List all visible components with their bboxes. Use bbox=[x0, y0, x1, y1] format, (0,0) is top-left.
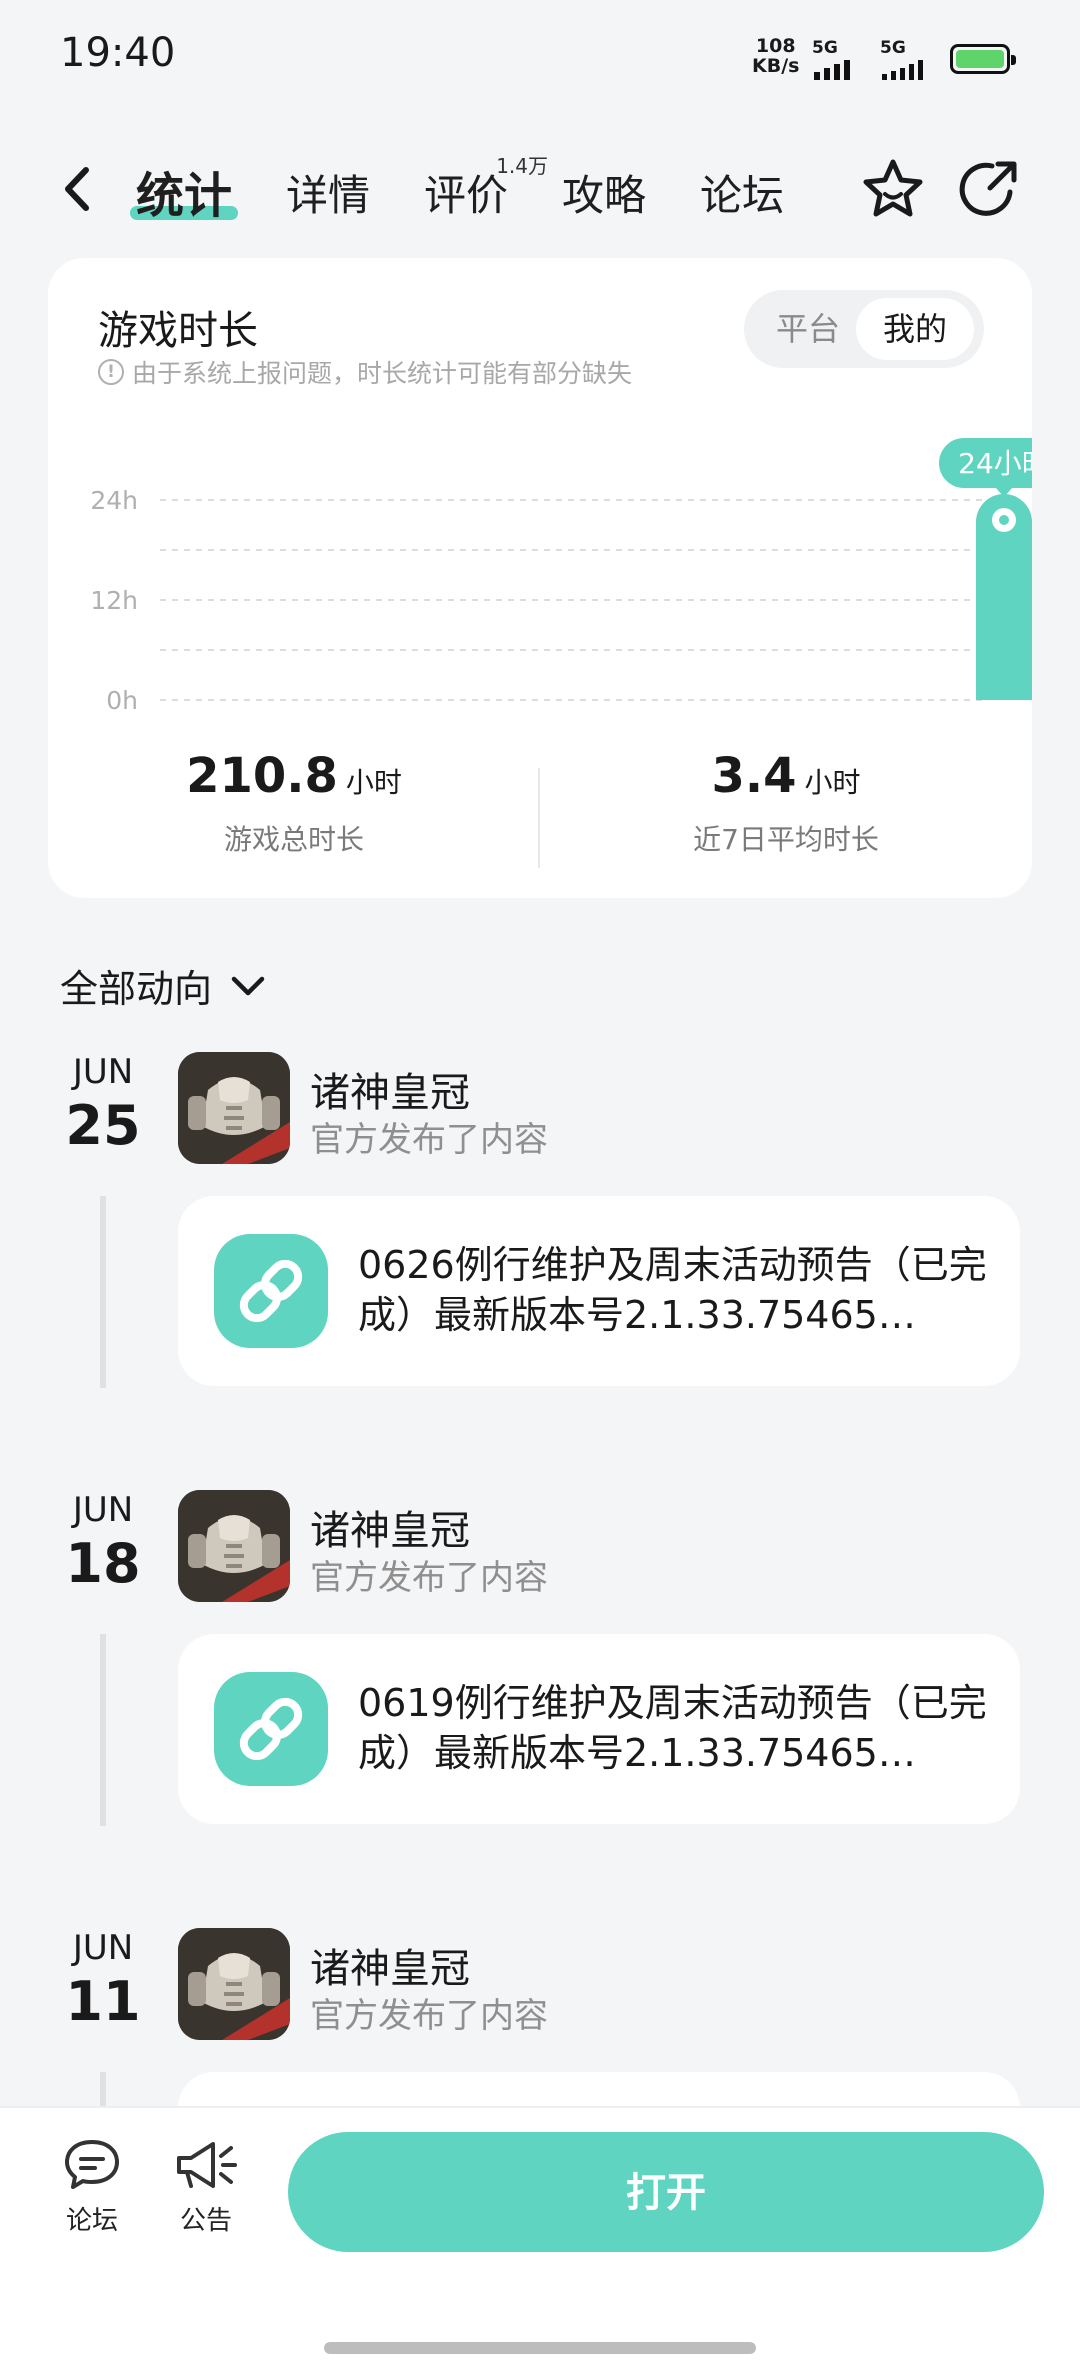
game-name[interactable]: 诸神皇冠 bbox=[310, 1936, 470, 1994]
playtime-title: 游戏时长 bbox=[98, 308, 258, 354]
y-tick-label: 12h bbox=[90, 586, 138, 615]
avg-playtime-unit: 小时 bbox=[804, 766, 861, 799]
filter-label: 全部动向 bbox=[60, 967, 213, 1011]
y-tick-label: 0h bbox=[106, 686, 138, 715]
game-icon bbox=[178, 1052, 290, 1164]
top-nav: 统计 详情 评价 1.4万 攻略 论坛 bbox=[0, 140, 1080, 240]
sim2-label: 5G bbox=[880, 38, 906, 58]
total-playtime-value: 210.8 bbox=[186, 748, 338, 804]
x-tick-label: 6/25 bbox=[716, 715, 772, 718]
announcement-button[interactable]: 公告 bbox=[166, 2138, 246, 2237]
avg-playtime-value: 3.4 bbox=[711, 748, 797, 804]
post-card[interactable]: 0626例行维护及周末活动预告（已完成）最新版本号2.1.33.75465… bbox=[178, 1196, 1020, 1386]
entry-day: 18 bbox=[65, 1532, 141, 1595]
chevron-down-icon bbox=[231, 976, 265, 995]
forum-button[interactable]: 论坛 bbox=[52, 2138, 132, 2237]
tab-reviews[interactable]: 评价 1.4万 bbox=[424, 154, 548, 223]
net-speed-value: 108 bbox=[755, 35, 796, 57]
total-playtime-label: 游戏总时长 bbox=[223, 823, 364, 856]
entry-month: JUN bbox=[72, 1928, 134, 1968]
timeline-line bbox=[100, 1196, 106, 1388]
status-time: 19:40 bbox=[60, 30, 176, 76]
tab-forum-label: 论坛 bbox=[700, 171, 785, 220]
signal-icon-sim1: 5G bbox=[812, 38, 856, 86]
battery-icon bbox=[950, 44, 1016, 74]
segment-platform[interactable]: 平台 bbox=[758, 298, 858, 360]
x-tick-label: 6/21 bbox=[196, 715, 252, 718]
reviews-count-badge: 1.4万 bbox=[496, 154, 549, 178]
platform-mine-toggle[interactable]: 平台 我的 bbox=[744, 290, 984, 368]
playtime-chart: 0h 12h 24h 6/21 6/22 6/23 6/24 6/25 6/26 6/27 24小时 bbox=[90, 438, 1032, 718]
game-name[interactable]: 诸神皇冠 bbox=[310, 1498, 470, 1556]
entry-day: 11 bbox=[65, 1970, 141, 2033]
home-indicator[interactable] bbox=[324, 2342, 756, 2354]
tab-stats-label: 统计 bbox=[136, 168, 233, 224]
tab-forum[interactable]: 论坛 bbox=[700, 162, 784, 223]
open-game-button[interactable]: 打开 bbox=[288, 2132, 1044, 2252]
tab-details[interactable]: 详情 bbox=[286, 162, 370, 223]
game-icon bbox=[178, 1928, 290, 2040]
entry-month: JUN bbox=[72, 1052, 134, 1092]
game-icon bbox=[178, 1490, 290, 1602]
game-avatar[interactable] bbox=[178, 1928, 290, 2040]
entry-action: 官方发布了内容 bbox=[310, 1996, 548, 2036]
tab-details-label: 详情 bbox=[286, 171, 371, 220]
forum-label: 论坛 bbox=[65, 2206, 118, 2236]
y-tick-label: 24h bbox=[90, 486, 138, 515]
x-tick-label: 6/27 bbox=[976, 715, 1032, 718]
entry-day: 25 bbox=[65, 1094, 141, 1157]
playtime-card: 游戏时长 ! 由于系统上报问题，时长统计可能有部分缺失 平台 我的 0h 12h 2… bbox=[48, 258, 1032, 898]
game-avatar[interactable] bbox=[178, 1052, 290, 1164]
signal-icon-sim2: 5G bbox=[880, 38, 930, 86]
tab-guides-label: 攻略 bbox=[562, 171, 647, 220]
chart-bar-base bbox=[976, 670, 1032, 700]
back-arrow-icon[interactable] bbox=[58, 164, 98, 214]
avg-playtime-label: 近7日平均时长 bbox=[693, 823, 879, 856]
entry-action: 官方发布了内容 bbox=[310, 1120, 548, 1160]
net-speed-unit: KB/s bbox=[752, 55, 800, 77]
bottom-bar: 论坛 公告 打开 bbox=[0, 2106, 1080, 2378]
tab-guides[interactable]: 攻略 bbox=[562, 162, 646, 223]
megaphone-icon bbox=[177, 2142, 237, 2188]
timeline-line bbox=[100, 1634, 106, 1826]
link-icon bbox=[214, 1234, 328, 1348]
total-playtime-unit: 小时 bbox=[345, 766, 402, 799]
segment-mine[interactable]: 我的 bbox=[856, 298, 974, 360]
entry-month: JUN bbox=[72, 1490, 134, 1530]
totals-row: 210.8 小时 游戏总时长 3.4 小时 近7日平均时长 bbox=[48, 748, 1032, 878]
announcement-label: 公告 bbox=[179, 2206, 232, 2236]
avg-playtime: 3.4 小时 近7日平均时长 bbox=[540, 748, 1032, 858]
total-playtime: 210.8 小时 游戏总时长 bbox=[48, 748, 540, 858]
game-name[interactable]: 诸神皇冠 bbox=[310, 1060, 470, 1118]
sim1-label: 5G bbox=[812, 38, 838, 58]
bar-marker-dot bbox=[999, 515, 1009, 525]
post-title: 0619例行维护及周末活动预告（已完成）最新版本号2.1.33.75465… bbox=[358, 1681, 987, 1775]
forum-icon bbox=[65, 2140, 119, 2189]
share-icon[interactable] bbox=[954, 154, 1024, 224]
post-title: 0626例行维护及周末活动预告（已完成）最新版本号2.1.33.75465… bbox=[358, 1243, 987, 1337]
star-icon[interactable] bbox=[858, 154, 928, 224]
status-bar: 19:40 108 KB/s 5G 5G bbox=[0, 0, 1080, 118]
x-tick-label: 6/22 bbox=[326, 715, 382, 718]
tab-stats[interactable]: 统计 bbox=[130, 156, 239, 226]
link-icon bbox=[214, 1672, 328, 1786]
x-tick-label: 6/24 bbox=[586, 715, 642, 718]
post-card[interactable]: 0619例行维护及周末活动预告（已完成）最新版本号2.1.33.75465… bbox=[178, 1634, 1020, 1824]
network-speed: 108 KB/s bbox=[752, 36, 799, 76]
entry-action: 官方发布了内容 bbox=[310, 1558, 548, 1598]
x-tick-label: 6/26 bbox=[846, 715, 902, 718]
game-avatar[interactable] bbox=[178, 1490, 290, 1602]
activity-filter[interactable]: 全部动向 bbox=[60, 958, 266, 1013]
x-tick-label: 6/23 bbox=[456, 715, 512, 718]
value-tooltip-label: 24小时 bbox=[958, 447, 1032, 480]
